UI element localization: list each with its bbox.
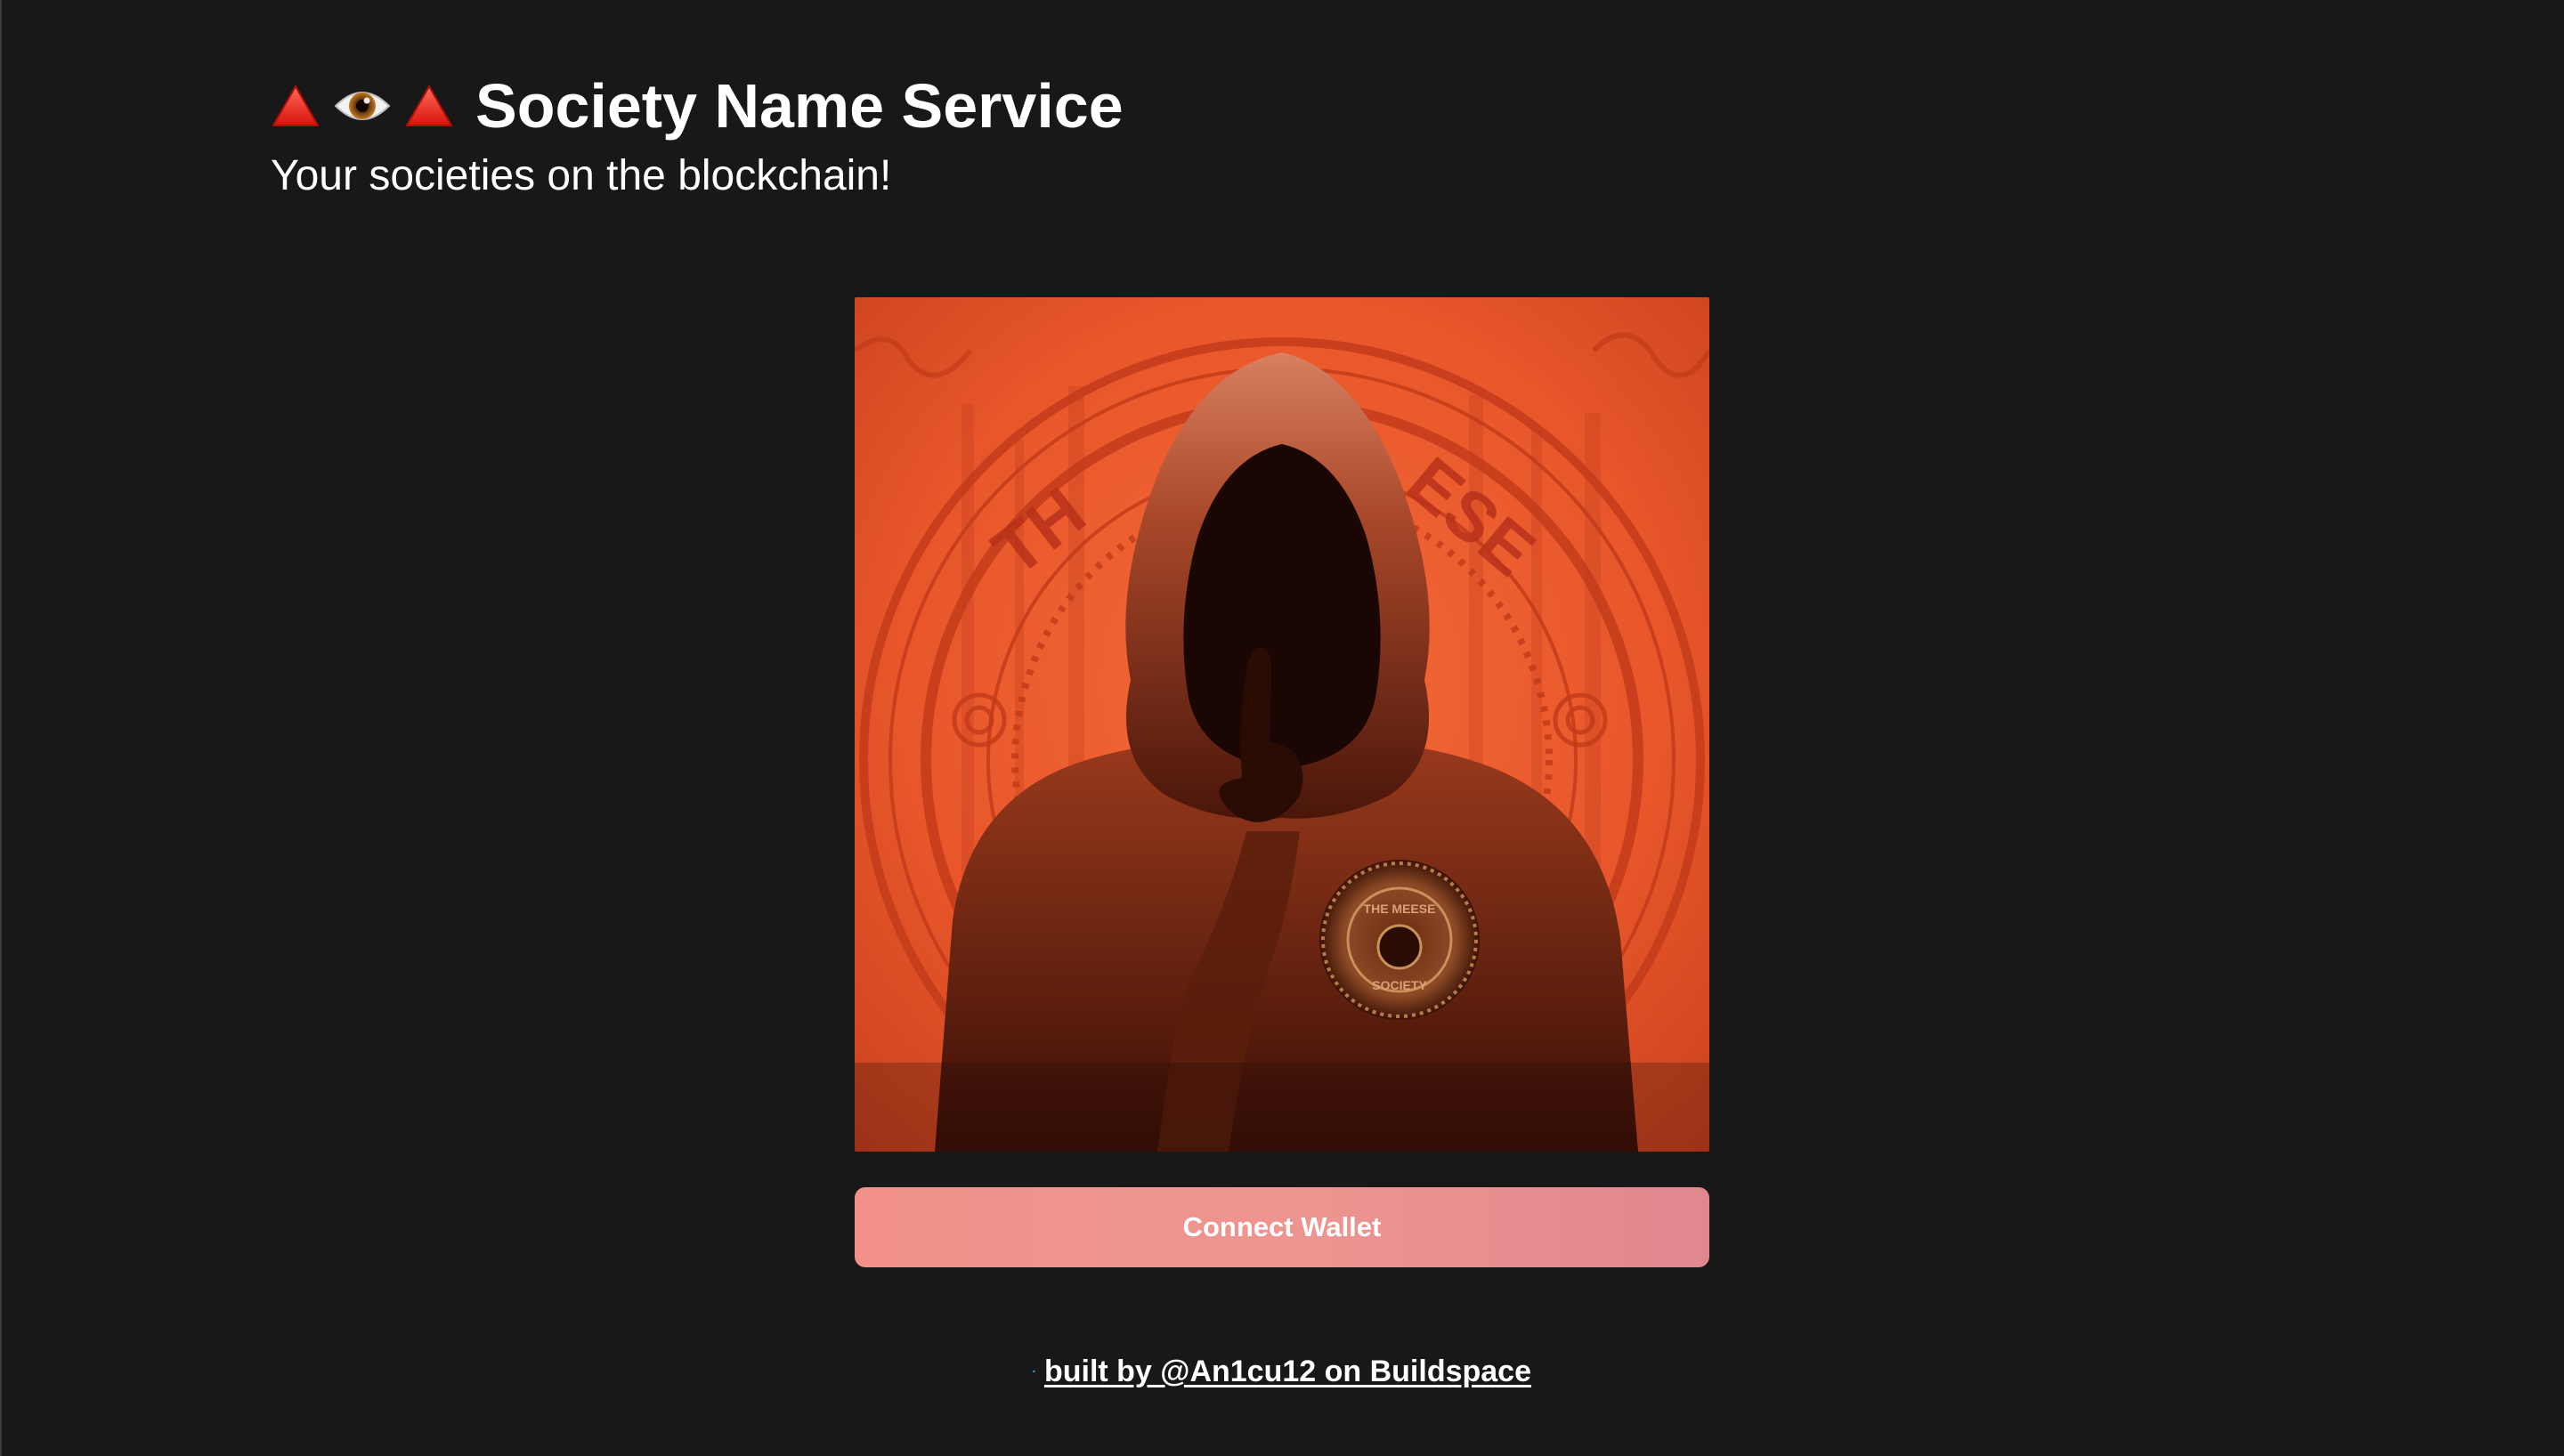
title-row: Society Name Service xyxy=(271,66,1124,146)
red-triangle-icon xyxy=(272,85,319,126)
hero-image: TH ESE THE MEESE SOCIETY xyxy=(855,297,1709,1152)
window-edge xyxy=(0,0,2,1456)
connect-wallet-button[interactable]: Connect Wallet xyxy=(855,1187,1709,1267)
red-triangle-icon xyxy=(406,85,452,126)
emoji-group xyxy=(271,81,454,131)
page-subtitle: Your societies on the blockchain! xyxy=(271,152,892,199)
page: Society Name Service Your societies on t… xyxy=(0,0,2564,1456)
page-header: Society Name Service Your societies on t… xyxy=(271,66,1124,200)
buildspace-credit-link[interactable]: built by @An1cu12 on Buildspace xyxy=(1044,1355,1531,1389)
svg-text:SOCIETY: SOCIETY xyxy=(1372,978,1427,992)
svg-text:THE MEESE: THE MEESE xyxy=(1364,902,1436,916)
eye-icon xyxy=(334,92,391,120)
page-title: Society Name Service xyxy=(475,71,1124,141)
footer: built by @An1cu12 on Buildspace xyxy=(1033,1353,1531,1390)
twitter-icon[interactable] xyxy=(1033,1353,1035,1390)
hooded-figure-illustration: TH ESE THE MEESE SOCIETY xyxy=(855,297,1709,1152)
